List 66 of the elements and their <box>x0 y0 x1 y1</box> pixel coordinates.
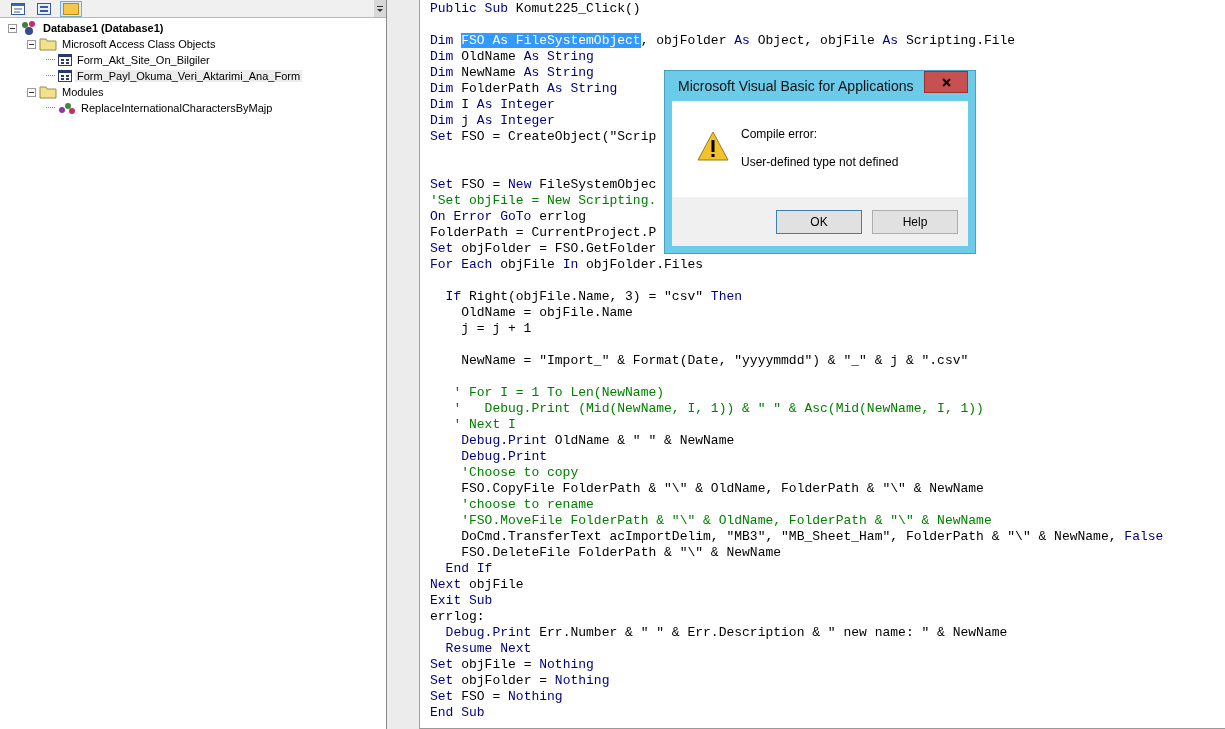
tree-item[interactable]: Database1 (Database1) <box>41 22 166 34</box>
project-icon <box>20 20 38 36</box>
tree-item[interactable]: Modules <box>60 86 106 98</box>
code-line: FSO.CopyFile FolderPath & "\" & OldName, FolderPath & "\" & NewName <box>460 481 984 497</box>
code-line: Dim NewName As String <box>430 65 594 81</box>
warning-icon <box>697 131 729 161</box>
code-line: Set FSO = CreateObject("Scrip <box>430 129 657 145</box>
code-line: Debug.Print OldName & " " & NewName <box>460 433 735 449</box>
expand-toggle-icon[interactable] <box>27 39 36 49</box>
code-line: Dim I As Integer <box>430 97 555 113</box>
code-line: 'Choose to copy <box>460 465 579 481</box>
code-line: If Right(objFile.Name, 3) = "csv" Then <box>444 289 743 305</box>
code-line: End Sub <box>430 705 485 721</box>
code-line: Set objFolder = Nothing <box>430 673 610 689</box>
tree-item[interactable]: ReplaceInternationalCharactersByMajp <box>79 102 275 114</box>
ok-button[interactable]: OK <box>776 209 862 234</box>
code-line: FolderPath = CurrentProject.P <box>430 225 657 241</box>
code-line: Public Sub Komut225_Click() <box>430 1 641 17</box>
code-line: j = j + 1 <box>460 321 532 337</box>
error-heading: Compile error: <box>741 127 819 141</box>
code-line: Dim FSO As FileSystemObject, objFolder As Object, objFile As Scripting.File <box>430 33 1016 49</box>
code-line: Dim j As Integer <box>430 113 555 129</box>
close-button[interactable] <box>924 71 968 93</box>
tree-item[interactable]: Microsoft Access Class Objects <box>60 38 218 50</box>
error-message: User-defined type not defined <box>741 155 899 169</box>
code-line: Next objFile <box>430 577 524 593</box>
code-line: ' For I = 1 To Len(NewName) <box>452 385 665 401</box>
code-line: 'FSO.MoveFile FolderPath & "\" & OldName, FolderPath & "\" & NewName <box>460 513 992 529</box>
code-line: ' Next I <box>452 417 516 433</box>
help-button[interactable]: Help <box>872 209 958 234</box>
module-icon <box>58 101 76 115</box>
code-line: OldName = objFile.Name <box>460 305 633 321</box>
expand-toggle-icon[interactable] <box>27 87 36 97</box>
code-line: Resume Next <box>444 641 532 657</box>
code-line: End If <box>444 561 493 577</box>
code-line: Debug.Print <box>460 449 548 465</box>
expand-toggle-icon[interactable] <box>8 23 17 33</box>
form-icon <box>58 70 72 82</box>
code-editor[interactable] <box>420 0 1225 729</box>
view-object-button[interactable] <box>34 0 54 17</box>
code-line: Dim FolderPath As String <box>430 81 618 97</box>
code-line: Set objFolder = FSO.GetFolder <box>430 241 657 257</box>
code-line: For Each objFile In objFolder.Files <box>430 257 704 273</box>
code-line: Set objFile = Nothing <box>430 657 594 673</box>
dialog-title: Microsoft Visual Basic for Applications <box>677 78 914 94</box>
code-line: Debug.Print Err.Number & " " & Err.Description & " new name: " & NewName <box>444 625 1008 641</box>
code-line: FSO.DeleteFile FolderPath & "\" & NewName <box>460 545 782 561</box>
code-line: NewName = "Import_" & Format(Date, "yyyymmdd") & "_" & j & ".csv" <box>460 353 969 369</box>
toggle-folders-button[interactable] <box>60 0 82 17</box>
close-icon <box>941 77 951 87</box>
folder-icon <box>39 37 57 51</box>
code-line: ' Debug.Print (Mid(NewName, I, 1)) & " " & Asc(Mid(NewName, I, 1)) <box>452 401 984 417</box>
code-line: Dim OldName As String <box>430 49 594 65</box>
form-icon <box>58 54 72 66</box>
code-line: DoCmd.TransferText acImportDelim, "MB3", "MB_Sheet_Ham", FolderPath & "\" & NewName, False <box>460 529 1164 545</box>
code-line: 'Set objFile = New Scripting. <box>430 193 657 209</box>
code-line: Set FSO = New FileSystemObjec <box>430 177 657 193</box>
folder-icon <box>39 85 57 99</box>
code-line: 'choose to rename <box>460 497 594 513</box>
code-line: On Error GoTo errlog <box>430 209 587 225</box>
code-line: Exit Sub <box>430 593 493 609</box>
view-code-button[interactable] <box>8 0 28 17</box>
code-line: errlog: <box>430 609 485 625</box>
tree-item[interactable]: Form_Payl_Okuma_Veri_Aktarimi_Ana_Form <box>75 70 303 82</box>
code-line: Set FSO = Nothing <box>430 689 563 705</box>
tree-item[interactable]: Form_Akt_Site_On_Bilgiler <box>75 54 212 66</box>
